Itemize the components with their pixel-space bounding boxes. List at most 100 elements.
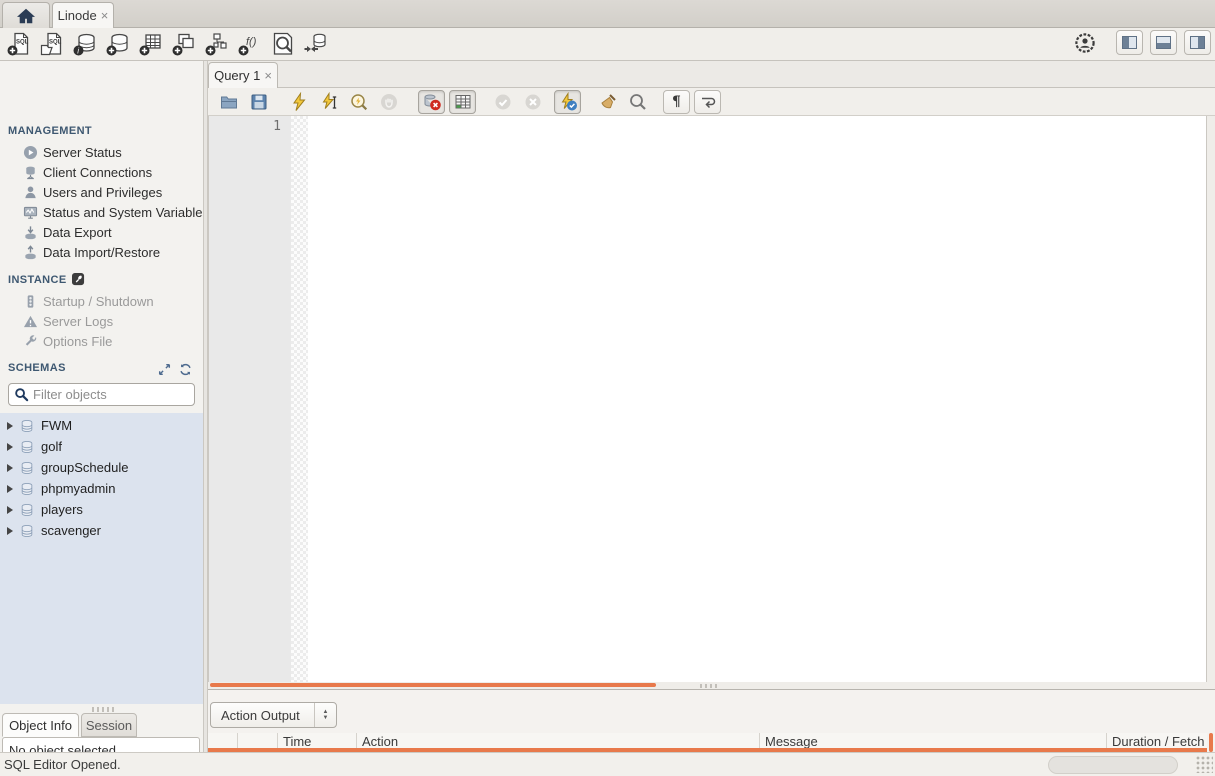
column-duration-fetch[interactable]: Duration / Fetch <box>1107 733 1207 749</box>
search-objects-icon[interactable] <box>266 30 299 58</box>
main-toolbar: SQL SQL i f() <box>0 28 1215 61</box>
expand-schemas-icon[interactable] <box>158 363 171 376</box>
users-icon <box>22 185 38 200</box>
tab-session[interactable]: Session <box>81 713 137 737</box>
editor-text-area[interactable] <box>308 116 1206 682</box>
expander-icon[interactable] <box>7 421 13 430</box>
output-vscrollbar[interactable] <box>1209 733 1213 752</box>
management-heading-label: MANAGEMENT <box>8 125 93 137</box>
column-message[interactable]: Message <box>760 733 1107 749</box>
editor-hscrollbar[interactable] <box>210 683 656 687</box>
schema-row-groupschedule[interactable]: groupSchedule <box>0 457 203 478</box>
expander-icon[interactable] <box>7 442 13 451</box>
toggle-bottom-panel-button[interactable] <box>1150 30 1177 55</box>
schema-row-scavenger[interactable]: scavenger <box>0 520 203 541</box>
sidebar-item-label: Users and Privileges <box>43 184 163 200</box>
execute-current-icon[interactable] <box>314 90 344 114</box>
column-index[interactable] <box>238 733 278 749</box>
schema-name: groupSchedule <box>41 460 129 475</box>
output-view-selector[interactable]: Action Output ▲ ▼ <box>210 702 337 728</box>
connection-tab[interactable]: Linode × <box>52 2 114 28</box>
expander-icon[interactable] <box>7 463 13 472</box>
toggle-wrap-button[interactable] <box>694 89 721 114</box>
commit-icon[interactable] <box>488 90 518 114</box>
toggle-stop-on-error-button[interactable] <box>418 89 445 114</box>
toggle-right-sidebar-button[interactable] <box>1184 30 1211 55</box>
expander-icon[interactable] <box>7 484 13 493</box>
sql-editor-toolbar: ¶ <box>208 88 1215 116</box>
sidebar-item-client-connections[interactable]: Client Connections <box>0 162 203 182</box>
column-row-icon[interactable] <box>208 733 238 749</box>
schema-row-players[interactable]: players <box>0 499 203 520</box>
output-view-label: Action Output <box>221 707 300 723</box>
sidebar-item-label: Server Logs <box>43 313 114 329</box>
pilcrow-icon: ¶ <box>672 93 681 110</box>
line-number: 1 <box>273 119 281 134</box>
new-sql-tab-icon[interactable]: SQL <box>2 30 35 58</box>
new-function-icon[interactable]: f() <box>233 30 266 58</box>
show-invisibles-button[interactable]: ¶ <box>663 89 690 114</box>
panel-toggles <box>1073 30 1211 55</box>
schemas-heading-actions <box>158 363 192 376</box>
column-action[interactable]: Action <box>357 733 760 749</box>
limit-rows-button[interactable] <box>449 89 476 114</box>
options-file-icon <box>22 334 38 349</box>
schema-row-golf[interactable]: golf <box>0 436 203 457</box>
find-icon[interactable] <box>623 90 653 114</box>
rollback-icon[interactable] <box>518 90 548 114</box>
schema-filter <box>8 383 195 406</box>
new-view-icon[interactable] <box>167 30 200 58</box>
execute-icon[interactable] <box>284 90 314 114</box>
save-icon[interactable] <box>244 90 274 114</box>
sidebar-item-system-variables[interactable]: Status and System Variables <box>0 202 203 222</box>
tab-object-info[interactable]: Object Info <box>2 713 79 737</box>
schema-row-fwm[interactable]: FWM <box>0 415 203 436</box>
sql-editor[interactable]: 1 <box>208 116 1207 682</box>
stop-icon[interactable] <box>374 90 404 114</box>
sidebar-item-server-logs[interactable]: Server Logs <box>0 311 203 331</box>
toggle-autocommit-button[interactable] <box>554 89 581 114</box>
reconnect-db-icon[interactable] <box>299 30 332 58</box>
sidebar-item-data-import[interactable]: Data Import/Restore <box>0 242 203 262</box>
open-sql-script-icon[interactable]: SQL <box>35 30 68 58</box>
sidebar-item-label: Data Import/Restore <box>43 244 161 260</box>
connection-info-icon[interactable]: i <box>68 30 101 58</box>
left-panel-icon <box>1122 36 1137 49</box>
wb-central-icon[interactable] <box>1073 31 1097 55</box>
toggle-left-sidebar-button[interactable] <box>1116 30 1143 55</box>
resize-grip[interactable] <box>1196 756 1213 773</box>
open-file-icon[interactable] <box>214 90 244 114</box>
expander-icon[interactable] <box>7 526 13 535</box>
sidebar-item-label: Options File <box>43 333 113 349</box>
sidebar-item-options-file[interactable]: Options File <box>0 331 203 351</box>
refresh-schemas-icon[interactable] <box>179 363 192 376</box>
sidebar-item-data-export[interactable]: Data Export <box>0 222 203 242</box>
beautify-icon[interactable] <box>593 90 623 114</box>
column-time[interactable]: Time <box>278 733 357 749</box>
query-tab-close-icon[interactable]: × <box>264 68 272 83</box>
right-panel-icon <box>1190 36 1205 49</box>
tab-query-1[interactable]: Query 1 × <box>208 62 278 88</box>
sidebar-item-label: Status and System Variables <box>43 204 203 220</box>
home-tab[interactable] <box>2 2 50 28</box>
new-connection-icon[interactable] <box>101 30 134 58</box>
schema-icon <box>20 461 34 475</box>
editor-gutter: 1 <box>209 116 291 682</box>
output-splitter-grip-top[interactable] <box>700 684 717 688</box>
startup-shutdown-icon <box>22 294 38 309</box>
data-import-icon <box>22 244 38 260</box>
new-routine-icon[interactable] <box>200 30 233 58</box>
info-panel-tabs: Object Info Session <box>0 713 203 737</box>
connection-tab-close-icon[interactable]: × <box>101 8 109 23</box>
status-text: SQL Editor Opened. <box>4 757 121 772</box>
explain-icon[interactable] <box>344 90 374 114</box>
new-table-icon[interactable] <box>134 30 167 58</box>
sidebar-item-users-privileges[interactable]: Users and Privileges <box>0 182 203 202</box>
schema-row-phpmyadmin[interactable]: phpmyadmin <box>0 478 203 499</box>
schema-filter-input[interactable] <box>33 387 183 402</box>
svg-text:SQL: SQL <box>16 40 29 46</box>
sidebar-item-startup-shutdown[interactable]: Startup / Shutdown <box>0 291 203 311</box>
sidebar-item-server-status[interactable]: Server Status <box>0 142 203 162</box>
expander-icon[interactable] <box>7 505 13 514</box>
sidebar-splitter-grip[interactable] <box>92 707 114 712</box>
